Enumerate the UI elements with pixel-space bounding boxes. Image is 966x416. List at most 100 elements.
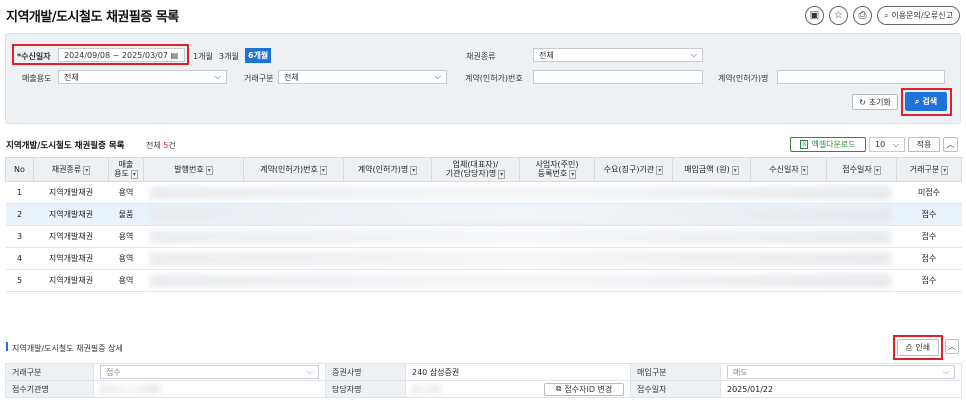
- redacted-cells: [143, 247, 897, 270]
- sort-icon[interactable]: ▾: [800, 165, 808, 175]
- contract-no-label: 계약(인허가)번호: [465, 74, 523, 83]
- redacted-cells: [143, 181, 897, 204]
- collapse-list-button[interactable]: ︿: [943, 137, 958, 152]
- trade-label: 거래구분: [5, 363, 94, 381]
- trade-type-label: 거래구분: [244, 74, 274, 83]
- cell-use: 용역: [108, 247, 144, 270]
- excel-label: 엑셀다운로드: [811, 140, 856, 149]
- contract-no-input[interactable]: [533, 70, 703, 84]
- date-range-input[interactable]: 2024/09/08 ~ 2025/03/07 ▤: [58, 48, 185, 62]
- print-button[interactable]: ⎙ 인쇄: [897, 339, 939, 356]
- sort-icon[interactable]: ▾: [498, 170, 506, 179]
- period-6m[interactable]: 6개월: [245, 48, 272, 63]
- trade-type-value: 전체: [284, 72, 299, 82]
- page-size-value: 10: [875, 140, 886, 149]
- col-reg-no[interactable]: 사업자(주민) 등록번호 ▾: [519, 157, 595, 182]
- calendar-icon[interactable]: ▤: [171, 51, 179, 60]
- bond-type-select[interactable]: 전체 ⌵: [533, 48, 703, 62]
- period-1m[interactable]: 1개월: [193, 51, 213, 62]
- reset-label: 초기화: [868, 97, 891, 107]
- collapse-detail-button[interactable]: ︿: [945, 339, 959, 354]
- cell-type: 지역개발채권: [33, 247, 109, 270]
- apply-button[interactable]: 적용: [908, 137, 940, 152]
- trade-select[interactable]: 접수 ⌵: [100, 365, 319, 379]
- sales-use-select[interactable]: 전체 ⌵: [58, 70, 227, 84]
- excel-download-button[interactable]: X 엑셀다운로드: [790, 137, 866, 152]
- col-issue-no[interactable]: 발행번호 ▾: [143, 157, 244, 182]
- chevron-up-icon: ︿: [948, 342, 956, 351]
- manager-cell: ⧉ 접수자ID 변경: [405, 380, 631, 398]
- col-label: 수요(징구)기관: [603, 164, 655, 174]
- table-row[interactable]: 2 지역개발채권 물품 접수: [5, 203, 962, 226]
- col-label: 거래구분: [909, 164, 940, 174]
- sort-icon[interactable]: ▾: [205, 165, 213, 175]
- cell-no: 2: [5, 203, 34, 226]
- sort-icon[interactable]: ▾: [130, 170, 138, 179]
- table-header-row: No 채권종류 ▾ 매출 용도 ▾ 발행번호 ▾ 계약(인허가)번호 ▾ 계약(인허가)…: [5, 157, 962, 182]
- col-sales-use[interactable]: 매출 용도 ▾: [108, 157, 144, 182]
- col-contract-no[interactable]: 계약(인허가)번호 ▾: [243, 157, 344, 182]
- change-id-label: 접수자ID 변경: [564, 384, 613, 394]
- trade-type-select[interactable]: 전체 ⌵: [278, 70, 447, 84]
- sort-icon[interactable]: ▾: [319, 165, 327, 175]
- contract-name-label: 계약(인허가)명: [718, 74, 769, 83]
- printer-icon: ⎙: [905, 342, 913, 352]
- print-label: 인쇄: [915, 343, 931, 352]
- sort-icon[interactable]: ▾: [569, 170, 577, 179]
- inquiry-button[interactable]: ⌕ 이용문의/오류신고: [876, 6, 960, 25]
- cell-type: 지역개발채권: [33, 225, 109, 248]
- table-row[interactable]: 3 지역개발채권 용역 접수: [5, 225, 962, 248]
- trade-value: 접수: [106, 367, 121, 377]
- redacted-cells: [143, 203, 897, 226]
- agency-label: 접수기관명: [5, 380, 94, 398]
- table-row[interactable]: 4 지역개발채권 용역 접수: [5, 247, 962, 270]
- bond-type-label: 채권종류: [466, 52, 496, 61]
- col-contract-name[interactable]: 계약(인허가)명 ▾: [343, 157, 432, 182]
- sort-icon[interactable]: ▾: [83, 165, 91, 175]
- buy-select[interactable]: 매도 ⌵: [727, 365, 955, 379]
- cell-status: 접수: [896, 203, 962, 226]
- col-recv-date[interactable]: 수신일자 ▾: [750, 157, 827, 182]
- cell-status: 접수: [896, 225, 962, 248]
- col-company[interactable]: 업체(대표자)/ 기관(담당자)명 ▾: [431, 157, 520, 182]
- col-label: 접수일자: [842, 164, 872, 174]
- date-from: 2024/09/08: [64, 50, 111, 60]
- cell-use: 용역: [108, 181, 144, 204]
- table-row[interactable]: 1 지역개발채권 용역 미접수: [5, 181, 962, 204]
- col-agency[interactable]: 수요(징구)기관 ▾: [594, 157, 673, 182]
- sort-icon[interactable]: ▾: [656, 165, 664, 175]
- bookmark-icon[interactable]: ▣: [804, 6, 824, 25]
- redacted-cells: [143, 225, 897, 248]
- cell-status: 접수: [896, 269, 962, 292]
- col-trade-type[interactable]: 거래구분 ▾: [896, 157, 962, 182]
- reset-button[interactable]: ↻ 초기화: [852, 94, 898, 110]
- sort-icon[interactable]: ▾: [731, 165, 739, 175]
- star-icon[interactable]: ☆: [828, 6, 848, 25]
- refresh-icon: ↻: [859, 97, 866, 107]
- contract-name-input[interactable]: [777, 70, 945, 84]
- col-bond-type[interactable]: 채권종류 ▾: [33, 157, 109, 182]
- cell-status: 미접수: [896, 181, 962, 204]
- col-label: 수신일자: [769, 164, 799, 174]
- cell-no: 4: [5, 247, 34, 270]
- sort-icon[interactable]: ▾: [410, 165, 418, 175]
- chevron-down-icon: ⌵: [306, 367, 313, 376]
- change-id-button[interactable]: ⧉ 접수자ID 변경: [544, 382, 624, 396]
- search-icon: ⌕: [883, 10, 889, 20]
- col-accept-date[interactable]: 접수일자 ▾: [826, 157, 897, 182]
- table-row[interactable]: 5 지역개발채권 용역 접수: [5, 269, 962, 292]
- search-label: 검색: [922, 97, 938, 106]
- recv-date-value: 2025/01/22: [720, 380, 962, 398]
- period-3m[interactable]: 3개월: [219, 51, 239, 62]
- sort-icon[interactable]: ▾: [941, 165, 949, 175]
- date-to: 2025/03/07: [121, 50, 169, 60]
- chevron-down-icon: ⌵: [690, 50, 697, 59]
- inquiry-label: 이용문의/오류신고: [891, 11, 953, 20]
- printer-icon[interactable]: ⎙: [852, 6, 872, 25]
- cell-use: 물품: [108, 203, 144, 226]
- sort-icon[interactable]: ▾: [873, 165, 881, 175]
- page-size-select[interactable]: 10 ⌵: [869, 137, 905, 152]
- chevron-down-icon: ⌵: [214, 72, 221, 81]
- search-button[interactable]: ⌕ 검색: [905, 92, 947, 111]
- col-amount[interactable]: 매입금액 (원) ▾: [672, 157, 751, 182]
